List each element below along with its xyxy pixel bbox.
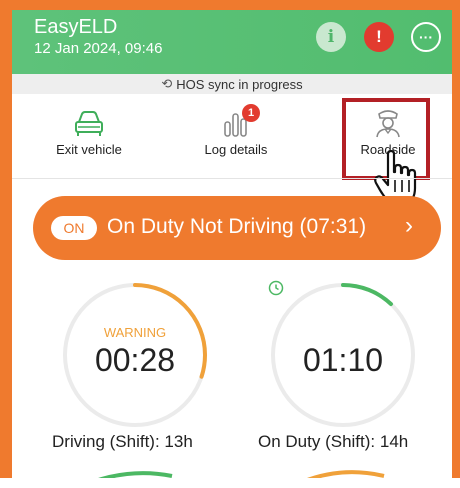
- info-icon[interactable]: i: [316, 22, 346, 52]
- exit-vehicle-label: Exit vehicle: [56, 142, 122, 157]
- car-icon: [75, 111, 103, 136]
- frame-border-top: [0, 0, 460, 10]
- clock-icon: [268, 280, 284, 296]
- app-screen: EasyELD 12 Jan 2024, 09:46 i ! ··· ⟲ HOS…: [0, 0, 460, 488]
- on-duty-shift-gauge[interactable]: 01:10: [268, 280, 418, 430]
- log-details-label: Log details: [204, 142, 268, 157]
- on-duty-chip: ON: [51, 216, 97, 240]
- gauge-warning-label: WARNING: [103, 325, 167, 340]
- log-details-badge: 1: [242, 104, 260, 122]
- sync-icon: ⟲: [161, 76, 173, 91]
- app-title: EasyELD: [34, 16, 118, 38]
- sync-text: HOS sync in progress: [176, 76, 303, 92]
- driving-shift-caption: Driving (Shift): 13h: [52, 432, 193, 451]
- frame-border-left: [0, 0, 12, 480]
- gauge-time: 01:10: [302, 342, 384, 378]
- duty-status-button[interactable]: ON On Duty Not Driving (07:31) ›: [33, 196, 441, 260]
- frame-bottom: [0, 478, 460, 488]
- sync-banner: ⟲ HOS sync in progress: [12, 74, 452, 94]
- header-datetime: 12 Jan 2024, 09:46: [34, 40, 163, 57]
- exit-vehicle-button[interactable]: Exit vehicle: [29, 108, 149, 168]
- driving-shift-gauge[interactable]: WARNING 00:28: [60, 280, 210, 430]
- app-header: EasyELD 12 Jan 2024, 09:46 i ! ···: [12, 10, 452, 74]
- section-divider: [12, 178, 452, 179]
- frame-border-right: [452, 0, 460, 480]
- log-details-button[interactable]: 1 Log details: [176, 104, 296, 168]
- duty-status-text: On Duty Not Driving (07:31): [107, 215, 367, 238]
- on-duty-shift-caption: On Duty (Shift): 14h: [258, 432, 409, 451]
- more-options-icon[interactable]: ···: [411, 22, 441, 52]
- alert-icon[interactable]: !: [364, 22, 394, 52]
- gauge-time: 00:28: [94, 342, 176, 378]
- chevron-right-icon: ›: [405, 212, 413, 239]
